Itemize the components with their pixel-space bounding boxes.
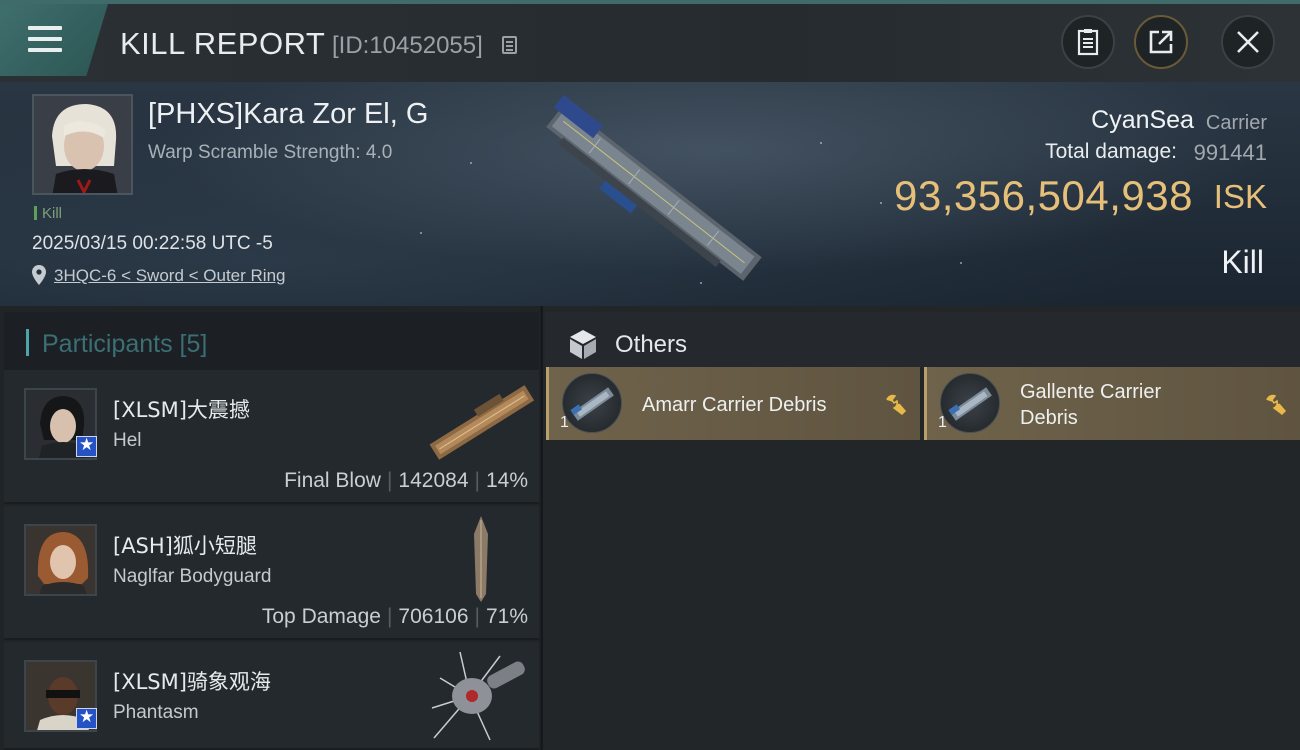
debris-item-gallente[interactable]: 1 Gallente Carrier Debris: [924, 367, 1300, 440]
carrier-ship-image: [546, 94, 762, 281]
debris-name: Gallente Carrier Debris: [1020, 379, 1161, 431]
share-icon: [1149, 30, 1173, 54]
participant-damage: 142084: [398, 469, 469, 492]
kill-tag: Kill: [34, 205, 62, 222]
clipboard-icon: [1077, 29, 1099, 56]
isk-unit: ISK: [1213, 178, 1267, 215]
report-id: [ID:10452055]: [332, 32, 483, 59]
victim-name: [PHXS]Kara Zor El, G: [148, 98, 429, 130]
participant-ship: Hel: [113, 430, 142, 451]
participant-name: [XLSM]骑象观海: [113, 670, 271, 694]
debris-icon: [940, 373, 1000, 433]
debris-icon: [562, 373, 622, 433]
header-top-accent: [0, 0, 1300, 4]
participant-percent: 71%: [485, 605, 528, 628]
copy-icon[interactable]: [502, 36, 517, 54]
star-badge-icon: [76, 707, 97, 729]
wrench-icon[interactable]: [884, 393, 906, 415]
victim-corp: CyanSea: [1091, 106, 1194, 134]
participant-ship-image: [431, 651, 525, 741]
location-link[interactable]: 3HQC-6 < Sword < Outer Ring: [54, 266, 285, 286]
others-header: Others: [545, 312, 1300, 368]
avatar[interactable]: [24, 524, 97, 596]
participant-row[interactable]: [ASH]狐小短腿 Naglfar Bodyguard Top Damage | 7…: [4, 506, 539, 640]
menu-button[interactable]: [0, 4, 108, 76]
participants-header: Participants [5]: [4, 312, 539, 370]
participant-damage: 706106: [398, 605, 469, 628]
header-bar: KILL REPORT [ID:10452055]: [0, 0, 1300, 82]
participant-role: Top Damage: [261, 605, 381, 628]
kill-type-label: Kill: [1221, 244, 1264, 280]
participant-ship-image: [429, 385, 535, 460]
isk-value: 93,356,504,938: [894, 172, 1193, 219]
page-title: KILL REPORT: [120, 26, 326, 61]
clipboard-button[interactable]: [1061, 15, 1115, 69]
victim-banner: [PHXS]Kara Zor El, G Warp Scramble Stren…: [0, 82, 1300, 306]
participant-percent: 14%: [485, 469, 528, 492]
participant-role: Final Blow: [284, 469, 381, 492]
participant-name: [XLSM]大震撼: [113, 398, 250, 422]
star-badge-icon: [76, 435, 97, 457]
warp-scramble-strength: Warp Scramble Strength: 4.0: [148, 142, 393, 163]
location-pin-icon: [32, 265, 46, 285]
victim-portrait[interactable]: [32, 94, 133, 195]
participant-ship: Naglfar Bodyguard: [113, 566, 272, 587]
participant-stats: Final Blow | 142084 | 14%: [284, 469, 528, 492]
participant-row[interactable]: [XLSM]大震撼 Hel Final Blow|142084|14%: [4, 370, 539, 504]
cube-icon: [570, 330, 596, 359]
total-damage-label: Total damage:: [1045, 140, 1177, 163]
participant-ship-image: [474, 516, 488, 602]
others-title: Others: [615, 331, 688, 358]
share-button[interactable]: [1134, 15, 1188, 69]
participants-title: Participants [5]: [42, 330, 208, 358]
participant-row[interactable]: [XLSM]骑象观海 Phantasm: [4, 642, 539, 750]
participant-ship: Phantasm: [113, 702, 199, 723]
participant-name: [ASH]狐小短腿: [113, 534, 257, 558]
kill-timestamp: 2025/03/15 00:22:58 UTC -5: [32, 233, 273, 254]
debris-name-line-2: Debris: [1020, 407, 1078, 429]
debris-name-line-1: Gallente Carrier: [1020, 381, 1162, 403]
debris-item-amarr[interactable]: 1 Amarr Carrier Debris: [546, 367, 920, 440]
others-panel: Others 1 Amarr Carrier Debris 1 Gallente…: [541, 306, 1300, 750]
close-button[interactable]: [1221, 15, 1275, 69]
debris-quantity: 1: [560, 414, 569, 431]
debris-name: Amarr Carrier Debris: [642, 394, 827, 416]
wrench-icon[interactable]: [1264, 393, 1286, 415]
participants-panel: Participants [5] [XLSM]大震撼 Hel Final Blo…: [0, 306, 540, 750]
close-icon: [1237, 31, 1259, 53]
participant-stats: Top Damage | 706106 | 71%: [261, 605, 528, 628]
total-damage-value: 991441: [1193, 140, 1267, 165]
debris-quantity: 1: [938, 414, 947, 431]
victim-ship-class: Carrier: [1205, 112, 1267, 134]
